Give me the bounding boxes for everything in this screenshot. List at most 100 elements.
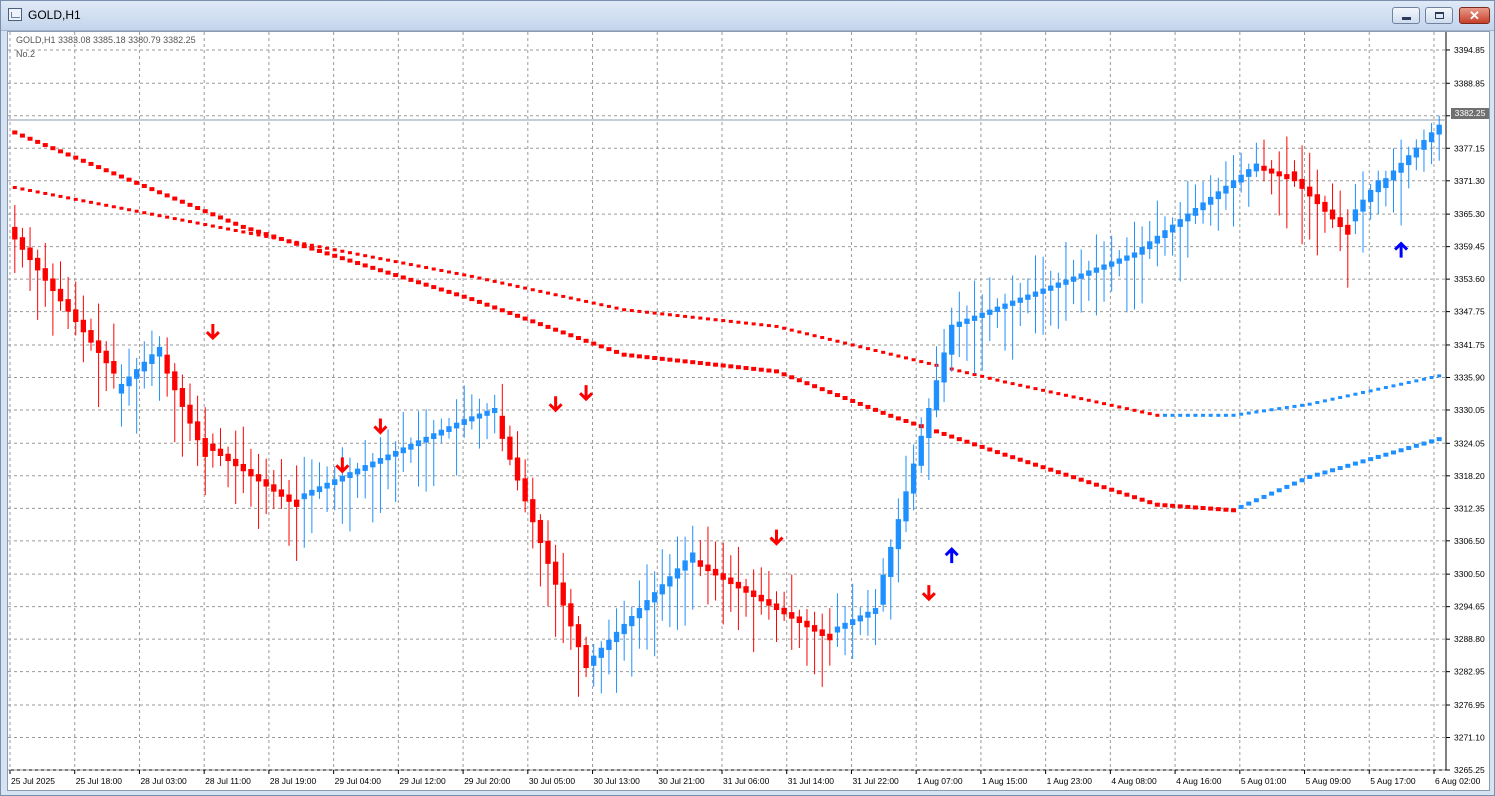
ma-fast-dot — [88, 161, 94, 166]
ma-fast-dot — [1421, 441, 1427, 446]
ma-fast-dot — [949, 434, 955, 439]
candle-body — [240, 463, 246, 472]
ma-slow-dot — [1018, 383, 1023, 387]
ma-slow-dot — [1429, 376, 1434, 380]
candle-body — [773, 603, 780, 611]
ma-slow-dot — [1208, 413, 1213, 417]
candle-body — [552, 561, 559, 585]
title-bar[interactable]: GOLD,H1 ✕ — [1, 1, 1494, 31]
sell-arrow-icon — [579, 385, 594, 402]
ma-slow-dot — [325, 246, 330, 250]
ma-fast-dot — [80, 158, 86, 163]
ma-slow-dot — [1117, 405, 1122, 409]
minimize-button[interactable] — [1392, 7, 1420, 24]
ma-fast-dot — [865, 404, 871, 409]
ma-slow-dot — [1437, 374, 1442, 378]
candle-body — [971, 315, 978, 321]
ma-fast-dot — [233, 221, 239, 226]
ma-slow-dot — [1063, 393, 1068, 397]
ma-fast-dot — [1032, 462, 1038, 467]
ma-slow-dot — [1406, 381, 1411, 385]
candle-body — [431, 433, 437, 440]
maximize-button[interactable] — [1425, 7, 1453, 24]
ma-slow-dot — [690, 315, 695, 319]
ma-fast-dot — [1223, 507, 1229, 512]
price-tick-label: 3359.45 — [1454, 242, 1485, 252]
ma-slow-dot — [43, 191, 48, 195]
price-chart[interactable]: 3394.853388.853383.003377.153371.303365.… — [8, 32, 1489, 790]
candle-body — [164, 354, 170, 374]
ma-slow-dot — [1086, 398, 1091, 402]
candle-body — [286, 494, 292, 502]
candle-body — [1337, 217, 1343, 228]
time-tick-label: 25 Jul 18:00 — [76, 776, 123, 786]
ma-slow-dot — [424, 266, 429, 270]
close-button[interactable]: ✕ — [1459, 7, 1490, 24]
ma-fast-dot — [720, 363, 726, 368]
ma-slow-dot — [477, 276, 482, 280]
time-tick-label: 4 Aug 16:00 — [1176, 776, 1222, 786]
ma-fast-dot — [941, 431, 947, 436]
ma-fast-dot — [96, 165, 102, 170]
candle-body — [735, 581, 742, 589]
chart-area[interactable]: 3394.853388.853383.003377.153371.303365.… — [7, 31, 1490, 791]
ma-fast-dot — [19, 133, 25, 138]
candle-body — [606, 639, 612, 650]
candle-body — [1002, 303, 1008, 309]
ma-slow-dot — [1368, 389, 1373, 393]
ma-fast-dot — [591, 341, 597, 346]
ma-fast-dot — [515, 313, 521, 318]
ma-slow-dot — [538, 289, 543, 293]
ma-fast-dot — [903, 418, 909, 423]
candle-body — [27, 247, 33, 261]
candle-body — [705, 564, 711, 572]
ma-fast-dot — [873, 407, 879, 412]
ma-fast-dot — [1368, 457, 1374, 462]
ma-fast-dot — [789, 375, 795, 380]
ma-slow-dot — [698, 316, 703, 320]
candle-body — [1436, 124, 1442, 135]
candle-body — [933, 380, 940, 411]
ma-slow-dot — [919, 360, 924, 364]
time-tick-label: 30 Jul 05:00 — [529, 776, 576, 786]
ma-slow-dot — [987, 376, 992, 380]
candle-body — [141, 361, 147, 372]
ma-fast-dot — [1040, 465, 1046, 470]
candle-body — [583, 644, 589, 669]
ma-slow-dot — [873, 348, 878, 352]
time-tick-label: 1 Aug 23:00 — [1047, 776, 1093, 786]
candle-body — [834, 626, 841, 633]
ma-slow-dot — [1132, 408, 1137, 412]
ma-fast-dot — [431, 285, 437, 290]
candle-body — [1398, 162, 1404, 173]
ma-fast-dot — [1299, 478, 1305, 483]
candle-body — [225, 453, 231, 462]
ma-slow-dot — [332, 248, 337, 252]
ma-fast-dot — [850, 398, 856, 403]
ma-slow-dot — [500, 281, 505, 285]
ma-fast-dot — [362, 263, 368, 268]
candle-body — [339, 475, 346, 482]
ma-slow-dot — [553, 293, 558, 297]
candle-body — [57, 288, 64, 302]
ma-slow-dot — [226, 227, 231, 231]
ma-slow-dot — [759, 323, 764, 327]
candle-body — [1246, 169, 1252, 177]
candle-body — [1040, 288, 1046, 294]
ma-fast-dot — [895, 416, 901, 421]
candle-body — [918, 435, 924, 466]
ma-fast-dot — [179, 199, 185, 204]
ma-slow-dot — [1079, 397, 1084, 401]
candle-body — [484, 410, 490, 416]
ma-slow-dot — [1147, 412, 1152, 416]
candle-body — [507, 436, 513, 460]
ma-fast-dot — [1231, 508, 1237, 513]
ma-slow-dot — [904, 356, 908, 360]
ma-slow-dot — [637, 309, 642, 313]
ma-slow-dot — [210, 224, 215, 228]
ma-slow-dot — [1307, 402, 1312, 406]
ma-fast-dot — [1185, 504, 1191, 509]
price-tick-label: 3282.95 — [1454, 667, 1485, 677]
ma-slow-dot — [1315, 401, 1320, 405]
ma-fast-dot — [1162, 503, 1168, 508]
